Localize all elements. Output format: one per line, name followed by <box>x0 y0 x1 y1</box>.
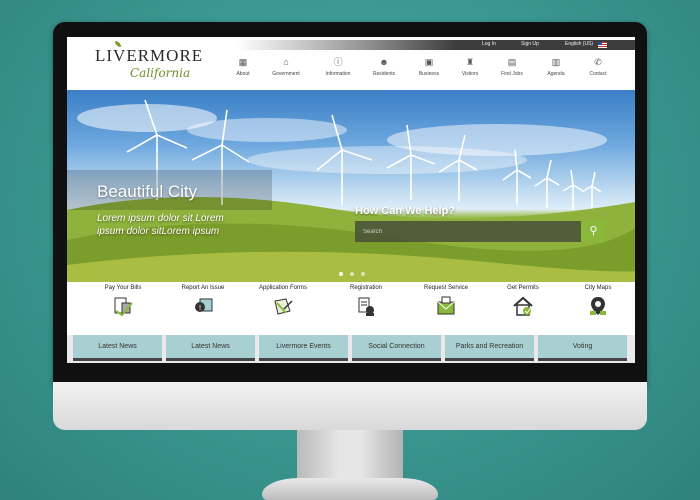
nav-label: Agenda <box>547 71 565 77</box>
quick-link-label: Request Service <box>423 285 469 291</box>
quick-link-label: Get Permits <box>507 285 539 291</box>
carousel-dot[interactable] <box>339 272 343 276</box>
nav-contact[interactable]: ✆ Contact <box>578 57 618 87</box>
quick-link-registration[interactable]: Registration <box>330 285 402 330</box>
monitor-stand-neck <box>297 430 403 482</box>
tab-social-connection[interactable]: Social Connection <box>352 335 441 361</box>
quick-link-label: Application Forms <box>258 285 308 291</box>
site-logo[interactable]: LIVERMORE <box>95 46 203 66</box>
nav-agenda[interactable]: ▥ Agenda <box>536 57 576 87</box>
us-flag-icon <box>598 42 607 48</box>
info-icon: ⓘ <box>333 57 343 67</box>
buildings-icon: ▦ <box>238 57 248 67</box>
site-logo-subtitle: California <box>130 66 191 80</box>
quick-link-label: Report An Issue <box>181 285 225 291</box>
registration-icon <box>358 297 374 316</box>
monitor-stand-base <box>262 478 438 500</box>
nav-visitors[interactable]: ♜ Visitors <box>450 57 490 87</box>
search-input[interactable] <box>355 221 581 242</box>
signup-link[interactable]: Sign Up <box>521 41 539 47</box>
statue-icon: ♜ <box>465 57 475 67</box>
carousel-dot[interactable] <box>361 272 365 276</box>
map-pin-icon <box>590 297 606 315</box>
tab-latest-news[interactable]: Latest News <box>73 335 162 361</box>
monitor-chin <box>53 382 647 430</box>
tab-latest-news-2[interactable]: Latest News <box>166 335 255 361</box>
quick-link-application-forms[interactable]: Application Forms <box>247 285 319 330</box>
quick-link-label: Pay Your Bills <box>104 285 142 291</box>
tab-parks-recreation[interactable]: Parks and Recreation <box>445 335 534 361</box>
nav-label: Information <box>325 71 351 77</box>
nav-label: Find Jobs <box>501 71 523 77</box>
nav-about[interactable]: ▦ About <box>223 57 263 87</box>
nav-label: Business <box>418 71 440 77</box>
hero-description: Lorem ipsum dolor sit Lorem ipsum dolor … <box>97 213 224 237</box>
nav-label: Visitors <box>461 71 479 77</box>
jobs-icon: ▤ <box>507 57 517 67</box>
site-header: LIVERMORE California Log In Sign Up Engl… <box>67 37 635 90</box>
nav-government[interactable]: ⌂ Government <box>266 57 306 87</box>
request-service-icon <box>437 296 455 315</box>
search-button[interactable]: ⚲ <box>581 221 606 242</box>
briefcase-icon: ▣ <box>424 57 434 67</box>
quick-link-get-permits[interactable]: Get Permits <box>487 285 559 330</box>
phone-icon: ✆ <box>594 57 602 67</box>
nav-label: About <box>236 71 250 77</box>
capitol-icon: ⌂ <box>283 57 289 67</box>
search-icon: ⚲ <box>589 225 598 237</box>
hero-banner: Beautiful City Lorem ipsum dolor sit Lor… <box>67 90 635 282</box>
website-screen: LIVERMORE California Log In Sign Up Engl… <box>67 37 635 363</box>
report-issue-icon: ! <box>195 298 213 312</box>
quick-link-label: Registration <box>349 285 382 291</box>
carousel-dot[interactable] <box>350 272 354 276</box>
help-heading: How Can We Help? <box>355 205 456 217</box>
quick-link-report-issue[interactable]: Report An Issue ! <box>167 285 239 330</box>
nav-label: Contact <box>589 71 607 77</box>
tab-voting[interactable]: Voting <box>538 335 627 361</box>
nav-business[interactable]: ▣ Business <box>409 57 449 87</box>
nav-find-jobs[interactable]: ▤ Find Jobs <box>492 57 532 87</box>
tab-livermore-events[interactable]: Livermore Events <box>259 335 348 361</box>
hero-title: Beautiful City <box>97 182 198 201</box>
nav-residents[interactable]: ☻ Residents <box>364 57 404 87</box>
quick-links-bar: Pay Your Bills Report An Issue ! Applica… <box>67 282 635 334</box>
login-link[interactable]: Log In <box>482 41 496 47</box>
nav-label: Residents <box>372 71 396 77</box>
nav-label: Government <box>272 71 300 77</box>
language-selector[interactable]: English (US) <box>565 41 593 47</box>
quick-link-label: City Maps <box>584 285 612 291</box>
forms-icon <box>274 298 293 315</box>
nav-information[interactable]: ⓘ Information <box>318 57 358 87</box>
svg-text:!: ! <box>199 304 202 312</box>
people-icon: ☻ <box>379 57 389 67</box>
quick-link-pay-bills[interactable]: Pay Your Bills <box>87 285 159 330</box>
bill-payment-icon <box>114 297 133 317</box>
quick-link-city-maps[interactable]: City Maps <box>562 285 634 330</box>
permit-house-icon <box>513 296 533 316</box>
calendar-icon: ▥ <box>551 57 561 67</box>
quick-link-request-service[interactable]: Request Service <box>410 285 482 330</box>
